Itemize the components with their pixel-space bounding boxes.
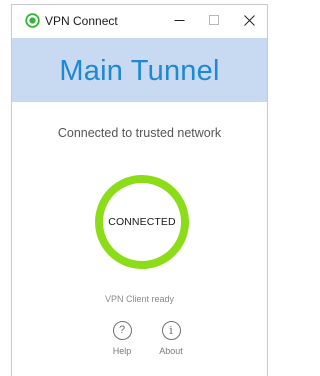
minimize-button[interactable] — [162, 5, 196, 35]
maximize-button[interactable] — [197, 5, 231, 35]
header-band: Main Tunnel — [12, 38, 267, 102]
client-status-text: VPN Client ready — [104, 294, 175, 304]
help-button[interactable]: ? Help — [97, 321, 147, 365]
help-label: Help — [112, 346, 132, 356]
title-bar[interactable]: VPN Connect — [12, 5, 267, 37]
minimize-icon — [174, 19, 184, 21]
close-button[interactable] — [232, 5, 266, 35]
window-title: VPN Connect — [45, 14, 118, 28]
close-icon — [243, 14, 255, 26]
maximize-icon — [209, 15, 219, 25]
question-circle-icon: ? — [112, 321, 132, 340]
connection-status-message: Connected to trusted network — [57, 126, 222, 140]
vpn-status-icon — [25, 13, 40, 28]
about-label: About — [159, 346, 183, 356]
connection-toggle-button[interactable]: CONNECTED — [95, 175, 189, 269]
vpn-window: VPN Connect Main Tunnel Connected to tru… — [11, 4, 268, 376]
about-button[interactable]: i About — [146, 321, 196, 365]
info-circle-icon: i — [161, 321, 181, 340]
tunnel-title: Main Tunnel — [59, 54, 220, 87]
connection-state-label: CONNECTED — [108, 216, 176, 228]
